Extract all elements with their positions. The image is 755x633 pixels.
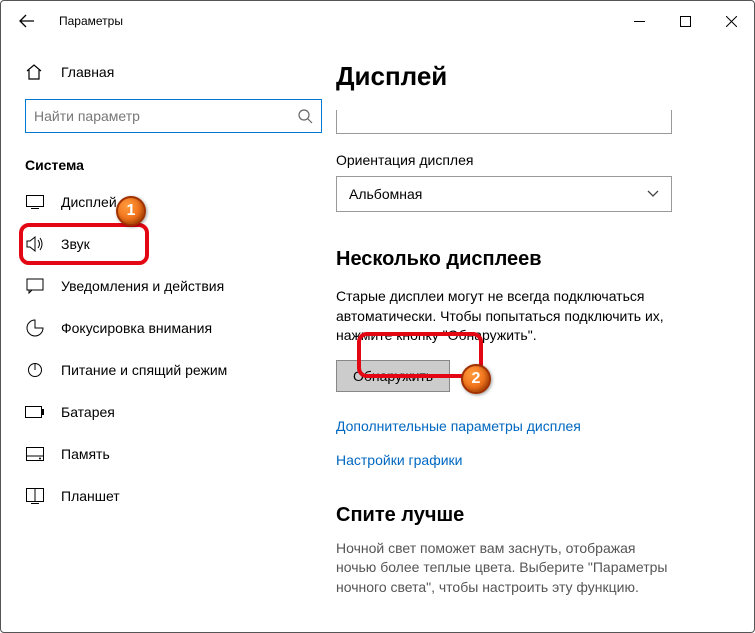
sidebar-item-battery[interactable]: Батарея: [1, 391, 322, 433]
close-icon: [726, 16, 737, 27]
detect-button[interactable]: Обнаружить: [336, 360, 450, 392]
display-icon: [25, 195, 45, 209]
sidebar-item-focus[interactable]: Фокусировка внимания: [1, 307, 322, 349]
maximize-button[interactable]: [662, 5, 708, 37]
orientation-dropdown[interactable]: Альбомная: [336, 176, 672, 212]
multi-display-text: Старые дисплеи могут не всегда подключат…: [336, 287, 676, 346]
power-icon: [25, 362, 45, 378]
chevron-down-icon: [647, 190, 659, 198]
sidebar-item-tablet[interactable]: Планшет: [1, 475, 322, 517]
window-controls: [616, 5, 754, 37]
nav-list: Дисплей Звук Уведомления и действия Фоку…: [1, 181, 322, 517]
sidebar-item-label: Фокусировка внимания: [61, 320, 212, 336]
sidebar-item-label: Батарея: [61, 404, 115, 420]
search-input[interactable]: [34, 108, 297, 124]
arrow-left-icon: [19, 13, 35, 29]
sleep-text: Ночной свет поможет вам заснуть, отображ…: [336, 539, 676, 598]
home-link[interactable]: Главная: [25, 63, 322, 81]
advanced-display-link[interactable]: Дополнительные параметры дисплея: [336, 418, 726, 434]
multi-display-heading: Несколько дисплеев: [336, 248, 726, 271]
search-box[interactable]: [25, 99, 322, 133]
dropdown-value: Альбомная: [349, 186, 422, 202]
sidebar-item-label: Дисплей: [61, 194, 117, 210]
sidebar-item-label: Питание и спящий режим: [61, 362, 227, 378]
sleep-heading: Спите лучше: [336, 504, 726, 527]
sidebar-item-label: Планшет: [61, 488, 120, 504]
minimize-icon: [634, 16, 645, 27]
sidebar-item-display[interactable]: Дисплей: [1, 181, 322, 223]
home-label: Главная: [61, 64, 114, 80]
sound-icon: [25, 236, 45, 252]
focus-icon: [25, 319, 45, 337]
section-heading: Система: [25, 157, 322, 173]
home-icon: [25, 63, 45, 81]
sidebar-item-power[interactable]: Питание и спящий режим: [1, 349, 322, 391]
sidebar: Главная Система Дисплей Звук Уведомления…: [1, 41, 336, 632]
close-button[interactable]: [708, 5, 754, 37]
sidebar-item-sound[interactable]: Звук: [1, 223, 322, 265]
search-icon: [297, 108, 313, 124]
page-title: Дисплей: [336, 61, 726, 92]
titlebar: Параметры: [1, 1, 754, 41]
notifications-icon: [25, 278, 45, 294]
back-button[interactable]: [13, 7, 41, 35]
main-panel: Дисплей Ориентация дисплея Альбомная Нес…: [336, 41, 754, 632]
sidebar-item-label: Уведомления и действия: [61, 278, 224, 294]
minimize-button[interactable]: [616, 5, 662, 37]
storage-icon: [25, 447, 45, 461]
window-title: Параметры: [59, 14, 123, 28]
sidebar-item-notifications[interactable]: Уведомления и действия: [1, 265, 322, 307]
maximize-icon: [680, 16, 691, 27]
sidebar-item-label: Звук: [61, 236, 90, 252]
sidebar-item-label: Память: [61, 446, 110, 462]
tablet-icon: [25, 488, 45, 504]
orientation-label: Ориентация дисплея: [336, 152, 726, 168]
sidebar-item-storage[interactable]: Память: [1, 433, 322, 475]
truncated-box: [336, 110, 672, 134]
battery-icon: [25, 406, 45, 418]
graphics-settings-link[interactable]: Настройки графики: [336, 452, 726, 468]
